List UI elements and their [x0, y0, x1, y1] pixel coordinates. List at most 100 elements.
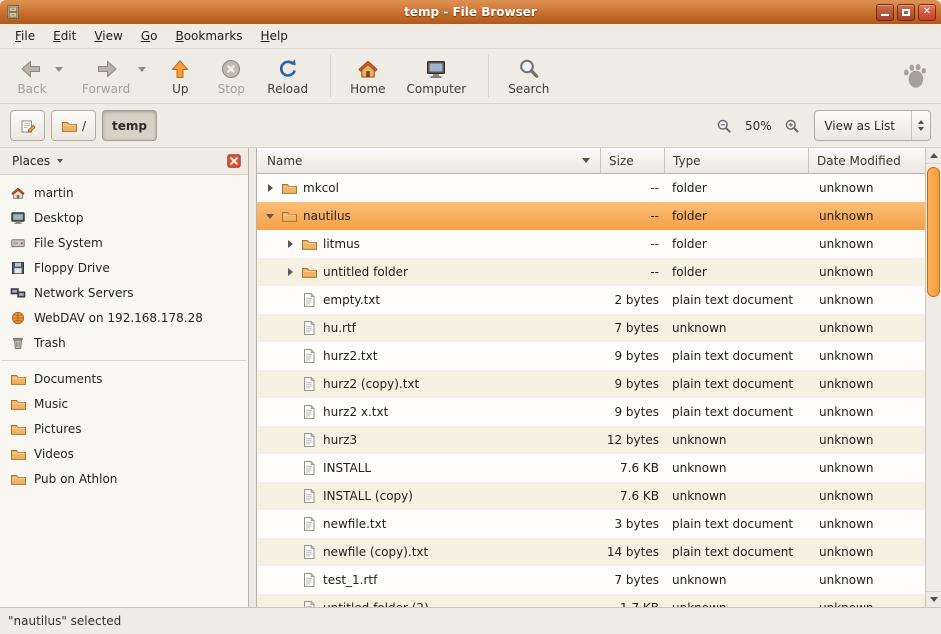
file-row-untitled-folder-2[interactable]: untitled folder (2)1.7 KBunknownunknown — [257, 594, 925, 607]
column-header-name[interactable]: Name — [257, 148, 601, 174]
sidebar-item-trash[interactable]: Trash — [0, 330, 248, 355]
file-modified: unknown — [809, 174, 925, 202]
home-small-icon — [10, 185, 26, 201]
file-row-hurz3[interactable]: hurz312 bytesunknownunknown — [257, 426, 925, 454]
file-row-untitled-folder[interactable]: untitled folder--folderunknown — [257, 258, 925, 286]
menu-go[interactable]: Go — [132, 26, 167, 46]
file-type: unknown — [665, 426, 809, 454]
file-name: test_1.rtf — [323, 573, 377, 587]
file-name: empty.txt — [323, 293, 380, 307]
scroll-down-button[interactable] — [926, 591, 941, 607]
file-row-hurz2-x-txt[interactable]: hurz2 x.txt9 bytesplain text documentunk… — [257, 398, 925, 426]
menu-file[interactable]: File — [6, 26, 44, 46]
path-current-button[interactable]: temp — [102, 110, 157, 141]
sidebar-item-label: Pub on Athlon — [34, 472, 117, 486]
toolbar-forward-dropdown-icon[interactable] — [138, 67, 146, 72]
toolbar-home-button[interactable]: Home — [341, 54, 394, 99]
column-header-date-modified[interactable]: Date Modified — [809, 148, 925, 174]
column-header-type[interactable]: Type — [665, 148, 809, 174]
window-title: temp - File Browser — [0, 5, 941, 19]
menu-edit[interactable]: Edit — [44, 26, 85, 46]
close-icon: ✕ — [923, 7, 931, 17]
expander-icon[interactable] — [283, 268, 297, 276]
file-row-install[interactable]: INSTALL7.6 KBunknownunknown — [257, 454, 925, 482]
sidebar-item-music[interactable]: Music — [0, 391, 248, 416]
text-icon — [301, 544, 317, 560]
vertical-scrollbar[interactable] — [925, 148, 941, 607]
pane-splitter[interactable] — [249, 148, 256, 607]
menu-help[interactable]: Help — [252, 26, 297, 46]
sidebar-item-label: Floppy Drive — [34, 261, 110, 275]
expander-icon[interactable] — [263, 214, 277, 219]
path-root-button[interactable]: / — [51, 110, 96, 141]
folder-icon — [281, 180, 297, 196]
sidebar-item-webdav-on-192-168-178-28[interactable]: WebDAV on 192.168.178.28 — [0, 305, 248, 330]
menu-bookmarks[interactable]: Bookmarks — [166, 26, 251, 46]
expander-icon[interactable] — [263, 184, 277, 192]
file-row-litmus[interactable]: litmus--folderunknown — [257, 230, 925, 258]
maximize-button[interactable] — [897, 4, 915, 21]
arrow-left-icon — [20, 57, 44, 81]
toolbar-search-button[interactable]: Search — [499, 54, 558, 99]
file-size: 2 bytes — [601, 286, 665, 314]
sidebar-item-label: WebDAV on 192.168.178.28 — [34, 311, 203, 325]
text-icon — [301, 404, 317, 420]
minimize-button[interactable] — [876, 4, 894, 21]
sidebar-close-icon[interactable] — [226, 153, 242, 169]
file-row-empty-txt[interactable]: empty.txt2 bytesplain text documentunkno… — [257, 286, 925, 314]
file-row-hu-rtf[interactable]: hu.rtf7 bytesunknownunknown — [257, 314, 925, 342]
places-list: martin Desktop File System Floppy Drive Netw… — [0, 175, 248, 607]
drive-icon — [10, 235, 26, 251]
sidebar-separator — [2, 360, 246, 361]
file-row-nautilus[interactable]: nautilus--folderunknown — [257, 202, 925, 230]
stop-icon — [219, 57, 243, 81]
places-header: Places — [0, 148, 248, 175]
titlebar[interactable]: temp - File Browser ✕ — [0, 0, 941, 24]
sidebar-item-network-servers[interactable]: Network Servers — [0, 280, 248, 305]
status-text: "nautilus" selected — [8, 614, 121, 628]
gnome-throbber-icon — [899, 61, 929, 91]
sidebar-item-martin[interactable]: martin — [0, 180, 248, 205]
toolbar-forward-button[interactable]: Forward — [73, 54, 139, 99]
file-row-install-copy[interactable]: INSTALL (copy)7.6 KBunknownunknown — [257, 482, 925, 510]
folder-icon — [281, 208, 297, 224]
sidebar-item-floppy-drive[interactable]: Floppy Drive — [0, 255, 248, 280]
toolbar-reload-button[interactable]: Reload — [258, 54, 317, 99]
scroll-up-button[interactable] — [926, 148, 941, 164]
zoom-out-button[interactable] — [712, 114, 736, 138]
view-mode-combo[interactable]: View as List — [814, 110, 931, 141]
file-row-hurz2-txt[interactable]: hurz2.txt9 bytesplain text documentunkno… — [257, 342, 925, 370]
sidebar-item-desktop[interactable]: Desktop — [0, 205, 248, 230]
file-size: -- — [601, 230, 665, 258]
toolbar-computer-button[interactable]: Computer — [398, 54, 476, 99]
expander-icon[interactable] — [283, 240, 297, 248]
maximize-icon — [902, 9, 910, 16]
folder-icon — [301, 264, 317, 280]
file-row-mkcol[interactable]: mkcol--folderunknown — [257, 174, 925, 202]
toggle-location-entry-button[interactable] — [10, 110, 45, 141]
file-row-newfile-txt[interactable]: newfile.txt3 bytesplain text documentunk… — [257, 510, 925, 538]
column-header-size[interactable]: Size — [601, 148, 665, 174]
toolbar-back-dropdown-icon[interactable] — [55, 67, 63, 72]
sidebar-item-label: Desktop — [34, 211, 84, 225]
file-row-test-1-rtf[interactable]: test_1.rtf7 bytesunknownunknown — [257, 566, 925, 594]
sidebar-mode-combo[interactable]: Places — [8, 152, 67, 170]
file-row-hurz2-copy-txt[interactable]: hurz2 (copy).txt9 bytesplain text docume… — [257, 370, 925, 398]
sidebar-item-documents[interactable]: Documents — [0, 366, 248, 391]
menu-view[interactable]: View — [85, 26, 131, 46]
close-button[interactable]: ✕ — [918, 4, 936, 21]
toolbar-back-button[interactable]: Back — [8, 54, 56, 99]
sidebar-item-file-system[interactable]: File System — [0, 230, 248, 255]
zoom-level: 50% — [742, 119, 774, 133]
sidebar-item-pub-on-athlon[interactable]: Pub on Athlon — [0, 466, 248, 491]
file-type: plain text document — [665, 398, 809, 426]
toolbar-up-button[interactable]: Up — [156, 54, 204, 99]
sidebar-item-pictures[interactable]: Pictures — [0, 416, 248, 441]
zoom-in-button[interactable] — [780, 114, 804, 138]
toolbar-stop-button[interactable]: Stop — [207, 54, 255, 99]
folder-icon — [10, 371, 26, 387]
sidebar-item-videos[interactable]: Videos — [0, 441, 248, 466]
file-row-newfile-copy-txt[interactable]: newfile (copy).txt14 bytesplain text doc… — [257, 538, 925, 566]
scrollbar-thumb[interactable] — [927, 167, 940, 297]
folder-icon — [10, 421, 26, 437]
